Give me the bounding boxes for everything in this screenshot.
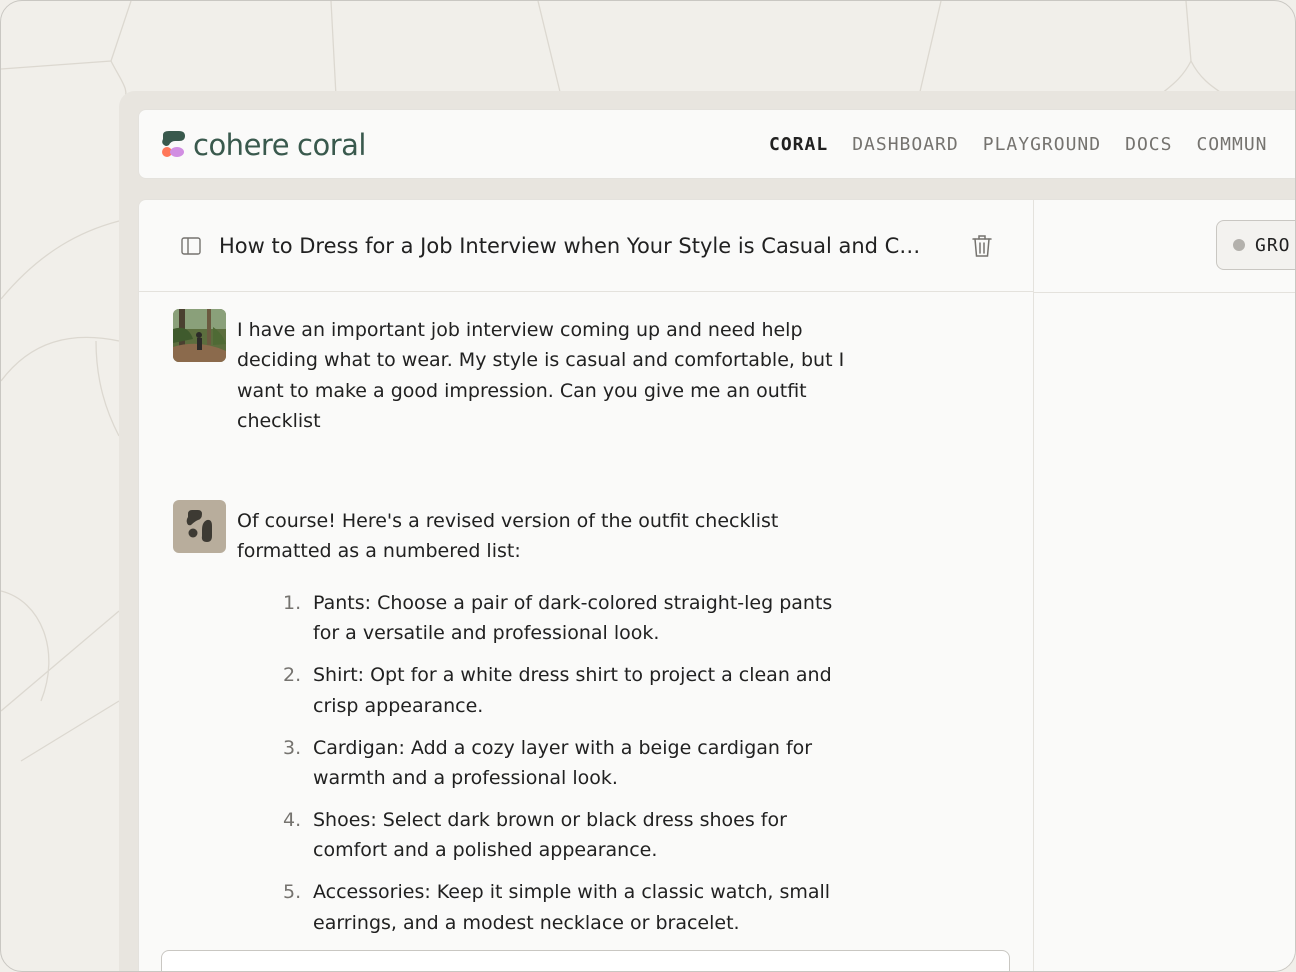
message-composer[interactable]	[161, 950, 1010, 971]
main-nav: CORAL DASHBOARD PLAYGROUND DOCS COMMUN	[769, 132, 1292, 158]
list-item-text: Accessories: Keep it simple with a class…	[313, 881, 831, 934]
logo-cohere-text: cohere	[193, 128, 290, 162]
bot-message-intro: Of course! Here's a revised version of t…	[237, 510, 779, 563]
list-number: 5.	[283, 881, 302, 904]
user-message-text: I have an important job interview coming…	[237, 319, 845, 433]
grounding-panel: GRO	[1033, 199, 1295, 971]
grounding-label: GRO	[1255, 234, 1291, 256]
app-frame: cohere coral CORAL DASHBOARD PLAYGROUND D…	[0, 0, 1296, 972]
panel-divider	[1034, 292, 1295, 293]
list-item-text: Cardigan: Add a cozy layer with a beige …	[313, 736, 813, 790]
conversation-panel: How to Dress for a Job Interview when Yo…	[138, 199, 1033, 971]
nav-item-community[interactable]: COMMUN	[1196, 132, 1267, 158]
conversation-header: How to Dress for a Job Interview when Yo…	[139, 200, 1033, 292]
list-item-text: Shoes: Select dark brown or black dress …	[313, 808, 787, 862]
cohere-logo-icon	[161, 131, 187, 159]
list-item-text: Pants: Choose a pair of dark-colored str…	[313, 592, 833, 645]
list-item: 5. Accessories: Keep it simple with a cla…	[273, 877, 833, 938]
nav-item-dashboard[interactable]: DASHBOARD	[852, 132, 959, 158]
list-item: 1. Pants: Choose a pair of dark-colored s…	[273, 588, 833, 649]
sidebar-toggle-icon[interactable]	[181, 237, 201, 255]
nav-item-playground[interactable]: PLAYGROUND	[983, 132, 1101, 158]
trash-icon[interactable]	[971, 234, 993, 258]
user-avatar	[173, 309, 226, 362]
list-number: 2.	[283, 664, 302, 687]
grounding-status-dot	[1233, 239, 1245, 251]
list-number: 3.	[283, 736, 302, 759]
cohere-coral-logo[interactable]: cohere coral	[161, 128, 366, 162]
list-number: 1.	[283, 592, 302, 614]
list-item: 3. Cardigan: Add a cozy layer with a beig…	[273, 733, 833, 794]
grounding-toggle-button[interactable]: GRO	[1216, 220, 1295, 270]
list-item: 4. Shoes: Select dark brown or black dres…	[273, 805, 833, 866]
list-item-text: Shirt: Opt for a white dress shirt to pr…	[313, 664, 832, 717]
top-navigation-bar: cohere coral CORAL DASHBOARD PLAYGROUND D…	[138, 109, 1295, 179]
outfit-checklist: 1. Pants: Choose a pair of dark-colored s…	[273, 588, 833, 950]
conversation-title: How to Dress for a Job Interview when Yo…	[219, 234, 921, 258]
list-number: 4.	[283, 808, 302, 831]
nav-item-docs[interactable]: DOCS	[1125, 132, 1172, 158]
list-item: 2. Shirt: Opt for a white dress shirt to …	[273, 660, 833, 721]
nav-item-coral[interactable]: CORAL	[769, 132, 828, 158]
coral-bot-icon	[173, 500, 226, 553]
logo-coral-text: coral	[297, 128, 366, 162]
